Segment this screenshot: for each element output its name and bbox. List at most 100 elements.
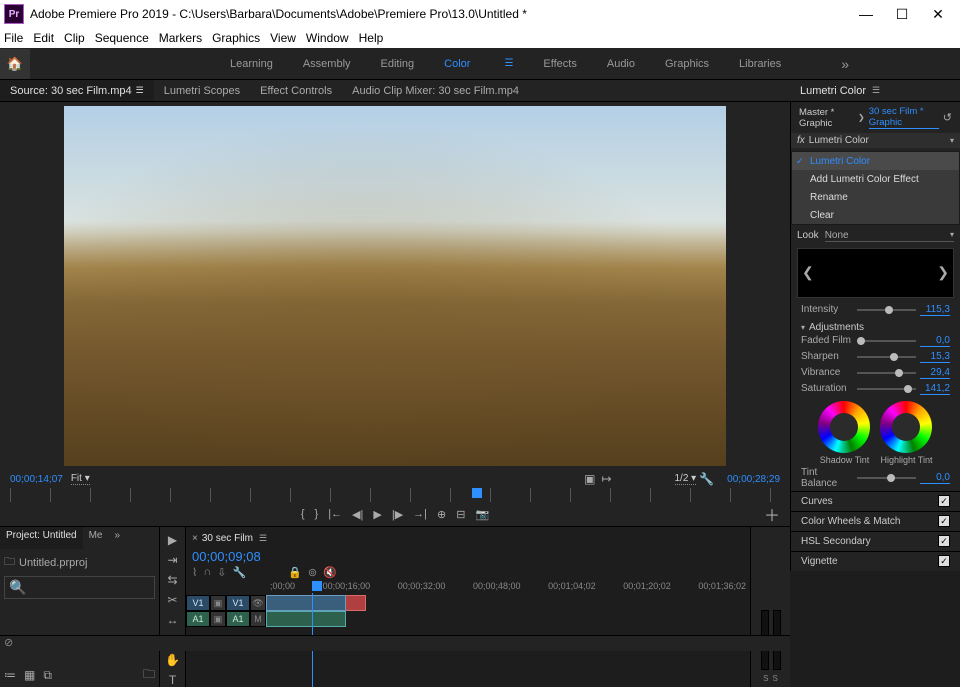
go-out-icon[interactable]: →| — [413, 508, 427, 520]
resolution-dropdown[interactable]: 1/2 ▾ — [675, 473, 697, 485]
workspace-color[interactable]: Color — [444, 58, 470, 70]
play-button[interactable]: ▶ — [373, 508, 381, 521]
dropdown-item-lumetri[interactable]: Lumetri Color — [792, 152, 959, 170]
tab-effect-controls[interactable]: Effect Controls — [250, 80, 342, 101]
section-hsl-secondary[interactable]: HSL Secondary✓ — [791, 531, 960, 551]
insert-icon[interactable]: ▣ — [584, 472, 595, 486]
tab-more-icon[interactable]: » — [109, 527, 127, 549]
track-v1-toggle[interactable]: ▣ — [210, 595, 226, 611]
minimize-button[interactable]: — — [848, 0, 884, 28]
linked-icon[interactable]: ∩ — [203, 566, 211, 579]
insert-edit-icon[interactable]: ⊕ — [437, 508, 446, 521]
mark-in-icon[interactable]: { — [301, 508, 305, 520]
workspace-graphics[interactable]: Graphics — [665, 58, 709, 70]
menu-window[interactable]: Window — [306, 31, 349, 45]
saturation-slider[interactable] — [857, 388, 916, 390]
workspace-audio[interactable]: Audio — [607, 58, 635, 70]
reset-icon[interactable]: ↺ — [943, 111, 952, 124]
audio-clip[interactable] — [266, 611, 346, 627]
fx-dropdown-trigger[interactable]: fx Lumetri Color ▾ Lumetri Color Add Lum… — [791, 133, 960, 148]
snap-icon[interactable]: ⌇ — [192, 566, 197, 579]
section-vignette[interactable]: Vignette✓ — [791, 551, 960, 571]
export-frame-icon[interactable]: 📷 — [475, 508, 489, 521]
menu-view[interactable]: View — [270, 31, 296, 45]
workspace-assembly[interactable]: Assembly — [303, 58, 351, 70]
menu-sequence[interactable]: Sequence — [95, 31, 149, 45]
duration-timecode[interactable]: 00;00;28;29 — [727, 474, 780, 485]
tab-project[interactable]: Project: Untitled — [0, 527, 83, 549]
solo-right[interactable]: S — [773, 674, 778, 683]
workspace-editing[interactable]: Editing — [381, 58, 415, 70]
tab-media[interactable]: Me — [83, 527, 109, 549]
track-v1-eye-icon[interactable]: 👁 — [250, 595, 266, 611]
solo-left[interactable]: S — [763, 674, 768, 683]
track-v1-target[interactable]: V1 — [226, 595, 250, 611]
panel-menu-icon[interactable]: ☰ — [259, 533, 267, 544]
video-clip[interactable] — [266, 595, 346, 611]
settings-icon[interactable]: 🔧 — [233, 566, 247, 579]
shadow-tint-wheel[interactable] — [818, 401, 870, 453]
ripple-tool-icon[interactable]: ⇆ — [167, 573, 177, 587]
faded-film-slider[interactable] — [857, 340, 916, 342]
sharpen-slider[interactable] — [857, 356, 916, 358]
menu-markers[interactable]: Markers — [159, 31, 202, 45]
ruler-playhead[interactable] — [472, 488, 482, 498]
mark-out-icon[interactable]: } — [315, 508, 319, 520]
panel-menu-icon[interactable]: ☰ — [872, 85, 880, 96]
prev-look-icon[interactable]: ❮ — [802, 264, 814, 281]
workspace-effects[interactable]: Effects — [543, 58, 576, 70]
track-v1-source[interactable]: V1 — [186, 595, 210, 611]
selection-tool-icon[interactable]: ▶ — [168, 533, 177, 547]
track-a1-target[interactable]: A1 — [226, 611, 250, 627]
timeline-playhead[interactable] — [312, 581, 322, 591]
project-file[interactable]: 🗀Untitled.prproj — [4, 553, 155, 572]
slip-tool-icon[interactable]: ↔ — [167, 613, 179, 627]
intensity-slider[interactable] — [857, 309, 916, 311]
dropdown-item-rename[interactable]: Rename — [792, 188, 959, 206]
section-color-wheels[interactable]: Color Wheels & Match✓ — [791, 511, 960, 531]
playhead-timecode[interactable]: 00;00;14;07 — [10, 474, 63, 485]
track-sync-icon[interactable]: ⊚ — [308, 566, 317, 579]
tab-source[interactable]: Source: 30 sec Film.mp4☰ — [0, 80, 154, 101]
tab-audio-clip-mixer[interactable]: Audio Clip Mixer: 30 sec Film.mp4 — [342, 80, 529, 101]
close-sequence-icon[interactable]: × — [192, 533, 198, 544]
menu-file[interactable]: File — [4, 31, 23, 45]
vibrance-slider[interactable] — [857, 372, 916, 374]
overwrite-edit-icon[interactable]: ⊟ — [456, 508, 465, 521]
menu-edit[interactable]: Edit — [33, 31, 54, 45]
viewer-ruler[interactable] — [10, 488, 780, 502]
track-mute-icon[interactable]: 🔇 — [323, 566, 337, 579]
vibrance-value[interactable]: 29,4 — [920, 367, 950, 379]
menu-help[interactable]: Help — [359, 31, 384, 45]
panel-menu-icon[interactable]: ☰ — [136, 85, 144, 96]
video-preview[interactable] — [64, 106, 726, 466]
saturation-value[interactable]: 141,2 — [920, 383, 950, 395]
workspace-more-button[interactable]: » — [841, 56, 849, 72]
zoom-fit-dropdown[interactable]: Fit ▾ — [71, 473, 90, 485]
step-fwd-icon[interactable]: |▶ — [392, 508, 403, 521]
track-select-tool-icon[interactable]: ⇥ — [167, 553, 177, 567]
home-button[interactable]: 🏠 — [0, 49, 30, 79]
workspace-libraries[interactable]: Libraries — [739, 58, 781, 70]
hand-tool-icon[interactable]: ✋ — [165, 653, 180, 667]
timeline-timecode[interactable]: 00;00;09;08 — [186, 549, 750, 564]
dropdown-item-clear[interactable]: Clear — [792, 206, 959, 224]
tint-balance-value[interactable]: 0,0 — [920, 472, 950, 484]
look-dropdown[interactable]: None▾ — [825, 230, 954, 242]
highlight-tint-wheel[interactable] — [880, 401, 932, 453]
type-tool-icon[interactable]: T — [169, 673, 176, 687]
track-a1-source[interactable]: A1 — [186, 611, 210, 627]
workspace-menu-icon[interactable]: ☰ — [504, 58, 513, 69]
freeform-view-icon[interactable]: ⧉ — [43, 668, 52, 683]
section-curves[interactable]: Curves✓ — [791, 491, 960, 511]
step-back-icon[interactable]: ◀| — [352, 508, 363, 521]
sequence-name[interactable]: 30 sec Film — [202, 533, 253, 544]
timeline-ruler[interactable]: ;00;00 00;00;16;00 00;00;32;00 00;00;48;… — [266, 581, 750, 595]
intensity-value[interactable]: 115,3 — [920, 304, 950, 316]
track-a1-toggle[interactable]: ▣ — [210, 611, 226, 627]
clip-link[interactable]: 30 sec Film * Graphic — [869, 106, 939, 129]
dropdown-item-add[interactable]: Add Lumetri Color Effect — [792, 170, 959, 188]
go-in-icon[interactable]: |← — [328, 508, 342, 520]
menu-graphics[interactable]: Graphics — [212, 31, 260, 45]
faded-film-value[interactable]: 0,0 — [920, 335, 950, 347]
